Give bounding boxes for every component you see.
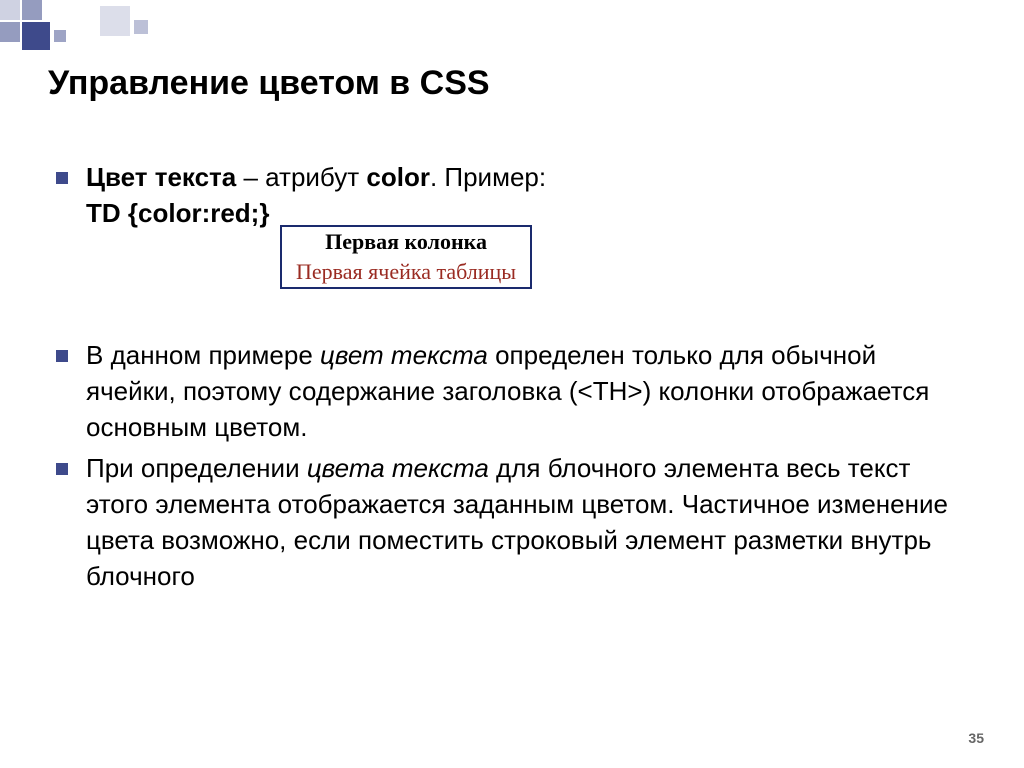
bullet-3-em: цвета текста [307, 453, 489, 483]
bullet-3-pre: При определении [86, 453, 307, 483]
bullet-2: В данном примере цвет текста определен т… [48, 338, 968, 446]
table-header-cell: Первая колонка [281, 226, 531, 257]
color-keyword: color [366, 162, 430, 192]
table-data-cell: Первая ячейка таблицы [281, 257, 531, 288]
bullet-3: При определении цвета текста для блочног… [48, 451, 968, 595]
bullet-1-dash: – атрибут [236, 162, 366, 192]
corner-decoration [0, 0, 170, 50]
slide-title: Управление цветом в CSS [48, 64, 490, 103]
code-example: TD {color:red;} [86, 198, 269, 228]
bullet-2-em: цвет текста [320, 340, 488, 370]
text-color-label: Цвет текста [86, 162, 236, 192]
page-number: 35 [968, 730, 984, 746]
bullet-1-tail: . Пример: [430, 162, 546, 192]
table-example-box: Первая колонка Первая ячейка таблицы [280, 225, 532, 289]
bullet-2-pre: В данном примере [86, 340, 320, 370]
